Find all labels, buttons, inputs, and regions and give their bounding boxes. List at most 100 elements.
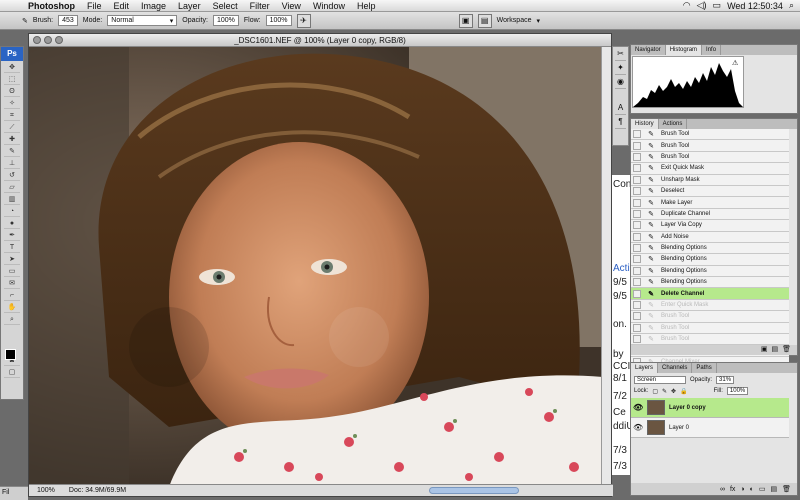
flow-field[interactable]: 100% <box>265 15 292 26</box>
history-source-checkbox[interactable] <box>633 187 641 196</box>
opacity-field[interactable]: 100% <box>212 15 239 26</box>
character-icon[interactable]: A <box>615 103 626 115</box>
history-source-checkbox[interactable] <box>633 266 641 275</box>
layer-opacity-field[interactable]: 31% <box>716 376 735 384</box>
zoom-level[interactable]: 100% <box>37 487 55 494</box>
history-item[interactable]: ✎ Enter Quick Mask <box>631 300 789 312</box>
menu-clock[interactable]: Wed 12:50:34 <box>727 1 783 11</box>
eyedropper-icon[interactable]: ⌐ <box>4 290 20 301</box>
brush-tool-icon[interactable]: ✎ <box>4 146 20 157</box>
history-item[interactable]: ✎ Layer Via Copy <box>631 220 789 232</box>
trash-icon[interactable]: 🗑 <box>782 345 791 355</box>
zoom-icon[interactable] <box>55 36 63 44</box>
mask-icon[interactable]: ◑ <box>740 486 744 493</box>
history-item[interactable]: ✎ Blending Options <box>631 243 789 255</box>
menu-edit[interactable]: Edit <box>108 1 136 11</box>
shape-tool-icon[interactable]: ▭ <box>4 266 20 277</box>
menu-window[interactable]: Window <box>307 1 351 11</box>
foreground-color-swatch[interactable] <box>5 349 16 360</box>
eraser-tool-icon[interactable]: ▱ <box>4 182 20 193</box>
minimize-icon[interactable] <box>44 36 52 44</box>
paragraph-icon[interactable]: ¶ <box>615 117 626 129</box>
volume-icon[interactable]: ◁) <box>697 0 707 11</box>
history-item[interactable]: ✎ Deselect <box>631 186 789 198</box>
stamp-tool-icon[interactable]: ⊥ <box>4 158 20 169</box>
lock-position-icon[interactable]: ✥ <box>671 388 676 395</box>
history-source-checkbox[interactable] <box>633 130 641 139</box>
mode-select[interactable]: Normal ▾ <box>107 15 178 26</box>
history-source-checkbox[interactable] <box>633 141 641 150</box>
history-item[interactable]: ✎ Unsharp Mask <box>631 175 789 186</box>
tab-channels[interactable]: Channels <box>658 363 693 373</box>
path-select-icon[interactable]: ➤ <box>4 254 20 265</box>
workspace-menu[interactable]: Workspace <box>497 17 532 24</box>
history-item[interactable]: ✎ Brush Tool <box>631 129 789 141</box>
type-tool-icon[interactable]: T <box>4 242 20 253</box>
wifi-icon[interactable]: ◠ <box>683 0 691 11</box>
move-tool-icon[interactable]: ✥ <box>4 62 20 73</box>
lock-pixels-icon[interactable]: ✎ <box>662 388 667 395</box>
tab-history[interactable]: History <box>631 119 659 129</box>
history-source-checkbox[interactable] <box>633 198 641 207</box>
horizontal-scrollbar[interactable] <box>429 487 519 494</box>
lock-all-icon[interactable]: 🔒 <box>680 388 687 395</box>
tool-presets-icon[interactable]: ✂ <box>615 49 626 61</box>
doc-size[interactable]: Doc: 34.9M/69.9M <box>69 487 126 494</box>
clone-source-icon[interactable]: ◉ <box>615 77 626 89</box>
menu-view[interactable]: View <box>276 1 307 11</box>
battery-icon[interactable]: ▭ <box>713 0 722 11</box>
history-item[interactable]: ✎ Exit Quick Mask <box>631 163 789 175</box>
history-item[interactable]: ✎ Blending Options <box>631 266 789 278</box>
history-source-checkbox[interactable] <box>633 278 641 287</box>
history-brush-icon[interactable]: ↺ <box>4 170 20 181</box>
tab-histogram[interactable]: Histogram <box>665 45 703 55</box>
tab-layers[interactable]: Layers <box>631 363 659 373</box>
history-source-checkbox[interactable] <box>633 152 641 161</box>
screen-mode-icon[interactable]: ▢ <box>4 367 20 378</box>
eye-icon[interactable]: 👁 <box>633 403 643 412</box>
history-item[interactable]: ✎ Make Layer <box>631 197 789 209</box>
menu-filter[interactable]: Filter <box>244 1 276 11</box>
blend-mode-select[interactable]: Screen <box>634 376 686 384</box>
zoom-tool-icon[interactable]: ⌕ <box>4 314 20 325</box>
history-item[interactable]: ✎ Brush Tool <box>631 140 789 152</box>
new-document-icon[interactable]: ▤ <box>771 345 778 355</box>
marquee-tool-icon[interactable]: ⬚ <box>4 74 20 85</box>
spotlight-icon[interactable]: ⌕ <box>789 0 794 11</box>
menu-select[interactable]: Select <box>207 1 244 11</box>
dodge-tool-icon[interactable]: ● <box>4 218 20 229</box>
history-source-checkbox[interactable] <box>633 301 641 310</box>
new-layer-icon[interactable]: ▤ <box>770 485 777 493</box>
airbrush-icon[interactable]: ✈ <box>296 13 311 28</box>
history-item[interactable]: ✎ Brush Tool <box>631 311 789 323</box>
menu-app[interactable]: Photoshop <box>22 1 81 11</box>
history-item[interactable]: ✎ Add Noise <box>631 232 789 243</box>
menu-image[interactable]: Image <box>135 1 172 11</box>
history-source-checkbox[interactable] <box>633 289 641 298</box>
history-source-checkbox[interactable] <box>633 221 641 230</box>
group-folder-icon[interactable]: ▭ <box>759 485 766 493</box>
history-item[interactable]: ✎ Duplicate Channel <box>631 209 789 221</box>
history-item[interactable]: ✎ Blending Options <box>631 277 789 289</box>
adjustment-layer-icon[interactable]: ◐ <box>750 486 754 493</box>
history-source-checkbox[interactable] <box>633 244 641 253</box>
brush-tool-icon[interactable]: ✎ <box>22 17 28 25</box>
lock-transparency-icon[interactable]: ▢ <box>652 388 658 395</box>
close-icon[interactable] <box>33 36 41 44</box>
image-canvas[interactable] <box>29 47 603 485</box>
crop-tool-icon[interactable]: ⌗ <box>4 110 20 121</box>
dock-item[interactable]: Fil <box>0 486 28 500</box>
gradient-tool-icon[interactable]: ▥ <box>4 194 20 205</box>
lasso-tool-icon[interactable]: ʘ <box>4 86 20 97</box>
magic-wand-icon[interactable]: ✧ <box>4 98 20 109</box>
brushes-icon[interactable]: ✦ <box>615 63 626 75</box>
blur-tool-icon[interactable]: ◔ <box>4 206 20 217</box>
history-source-checkbox[interactable] <box>633 232 641 241</box>
history-source-checkbox[interactable] <box>633 323 641 332</box>
brush-size-picker[interactable]: 453 <box>58 15 78 26</box>
notes-tool-icon[interactable]: ✉ <box>4 278 20 289</box>
slice-tool-icon[interactable]: ⟋ <box>4 122 20 133</box>
palette-well-icon[interactable]: ▤ <box>477 13 492 28</box>
healing-tool-icon[interactable]: ✚ <box>4 134 20 145</box>
menu-help[interactable]: Help <box>351 1 382 11</box>
